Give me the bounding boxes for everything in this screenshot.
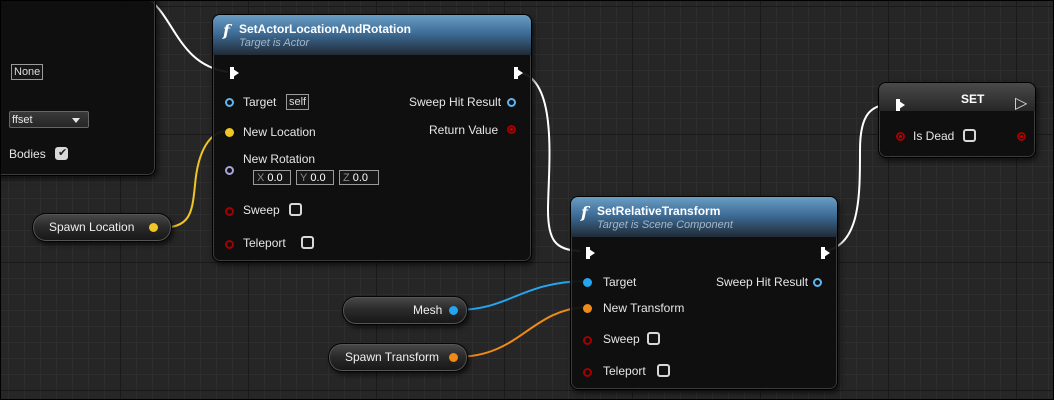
target-pin[interactable] — [225, 98, 234, 107]
rotation-z-value: 0.0 — [352, 172, 369, 184]
new-location-label: New Location — [243, 125, 316, 139]
new-transform-pin[interactable] — [583, 304, 592, 313]
exec-in-pin[interactable] — [896, 99, 905, 111]
rotation-z-axis: Z — [343, 172, 350, 184]
chevron-down-icon — [72, 118, 80, 123]
is-dead-output-pin[interactable] — [1017, 132, 1026, 141]
node-subtitle: Target is Scene Component — [597, 219, 733, 231]
sweep-hit-result-label: Sweep Hit Result — [409, 95, 502, 109]
spawn-location-node[interactable]: Spawn Location — [32, 213, 172, 242]
exec-in-pin[interactable] — [586, 247, 595, 259]
sweep-hit-result-pin[interactable] — [507, 98, 516, 107]
rotation-z-field[interactable]: Z 0.0 — [339, 170, 379, 185]
set-actor-location-and-rotation-node[interactable]: f SetActorLocationAndRotation Target is … — [212, 14, 532, 262]
blueprint-graph-canvas[interactable]: None ffset Bodies f SetActorLocationAndR… — [0, 0, 1054, 400]
node-header[interactable]: f SetRelativeTransform Target is Scene C… — [571, 197, 837, 237]
rotation-x-value: 0.0 — [267, 172, 283, 184]
sweep-pin[interactable] — [583, 336, 592, 345]
node-subtitle: Target is Actor — [239, 37, 310, 49]
target-pin[interactable] — [583, 278, 592, 287]
mesh-pin[interactable] — [449, 306, 458, 315]
sweep-pin[interactable] — [225, 207, 234, 216]
mesh-label: Mesh — [413, 303, 443, 317]
node-title: SetActorLocationAndRotation — [239, 22, 411, 36]
sweep-hit-result-label: Sweep Hit Result — [716, 275, 809, 289]
sweep-checkbox[interactable] — [647, 332, 660, 345]
return-value-label: Return Value — [429, 123, 499, 137]
set-relative-transform-node[interactable]: f SetRelativeTransform Target is Scene C… — [570, 196, 838, 390]
function-icon: f — [223, 21, 230, 40]
is-dead-pin[interactable] — [896, 132, 905, 141]
function-icon: f — [581, 203, 588, 222]
spawn-location-pin[interactable] — [149, 223, 158, 232]
bodies-checkbox[interactable] — [55, 146, 68, 160]
spawn-location-label: Spawn Location — [49, 220, 135, 234]
dropdown-value: ffset — [12, 114, 33, 126]
new-transform-label: New Transform — [603, 301, 685, 315]
partial-left-node[interactable]: None ffset Bodies — [0, 0, 156, 176]
offset-dropdown[interactable]: ffset — [9, 111, 89, 128]
exec-out-pin[interactable] — [514, 67, 523, 79]
rotation-y-value: 0.0 — [310, 172, 326, 184]
exec-out-pin[interactable]: ▷ — [1015, 96, 1027, 112]
sweep-label: Sweep — [243, 203, 280, 217]
transform-wire[interactable] — [455, 306, 587, 358]
rotation-x-axis: X — [257, 172, 265, 184]
mesh-wire[interactable] — [455, 280, 587, 311]
teleport-label: Teleport — [603, 364, 646, 378]
none-field[interactable]: None — [11, 64, 44, 80]
teleport-pin[interactable] — [583, 368, 592, 377]
exec-in-pin[interactable] — [230, 67, 239, 79]
sweep-checkbox[interactable] — [289, 203, 302, 216]
is-dead-checkbox[interactable] — [963, 129, 976, 142]
node-title: SetRelativeTransform — [597, 204, 721, 218]
teleport-label: Teleport — [243, 236, 286, 250]
rotation-y-axis: Y — [300, 172, 308, 184]
bodies-label: Bodies — [9, 147, 46, 161]
target-self-field[interactable]: self — [286, 94, 310, 110]
return-value-pin[interactable] — [507, 125, 516, 134]
target-label: Target — [603, 275, 637, 289]
is-dead-label: Is Dead — [913, 129, 955, 143]
sweep-hit-result-pin[interactable] — [813, 278, 822, 287]
sweep-label: Sweep — [603, 332, 640, 346]
node-title: SET — [961, 92, 985, 106]
teleport-pin[interactable] — [225, 240, 234, 249]
teleport-checkbox[interactable] — [301, 236, 314, 249]
new-rotation-pin[interactable] — [225, 166, 234, 175]
set-is-dead-node[interactable]: SET ▷ Is Dead — [878, 82, 1036, 158]
teleport-checkbox[interactable] — [657, 364, 670, 377]
exec-out-pin[interactable] — [821, 247, 830, 259]
node-header[interactable]: f SetActorLocationAndRotation Target is … — [213, 15, 531, 55]
spawn-transform-label: Spawn Transform — [345, 350, 440, 364]
new-rotation-label: New Rotation — [243, 152, 316, 166]
rotation-x-field[interactable]: X 0.0 — [253, 170, 291, 185]
spawn-transform-pin[interactable] — [449, 353, 458, 362]
new-location-pin[interactable] — [225, 128, 234, 137]
spawn-transform-node[interactable]: Spawn Transform — [328, 343, 468, 372]
rotation-y-field[interactable]: Y 0.0 — [296, 170, 334, 185]
mesh-node[interactable]: Mesh — [342, 296, 468, 325]
target-label: Target — [243, 95, 277, 109]
